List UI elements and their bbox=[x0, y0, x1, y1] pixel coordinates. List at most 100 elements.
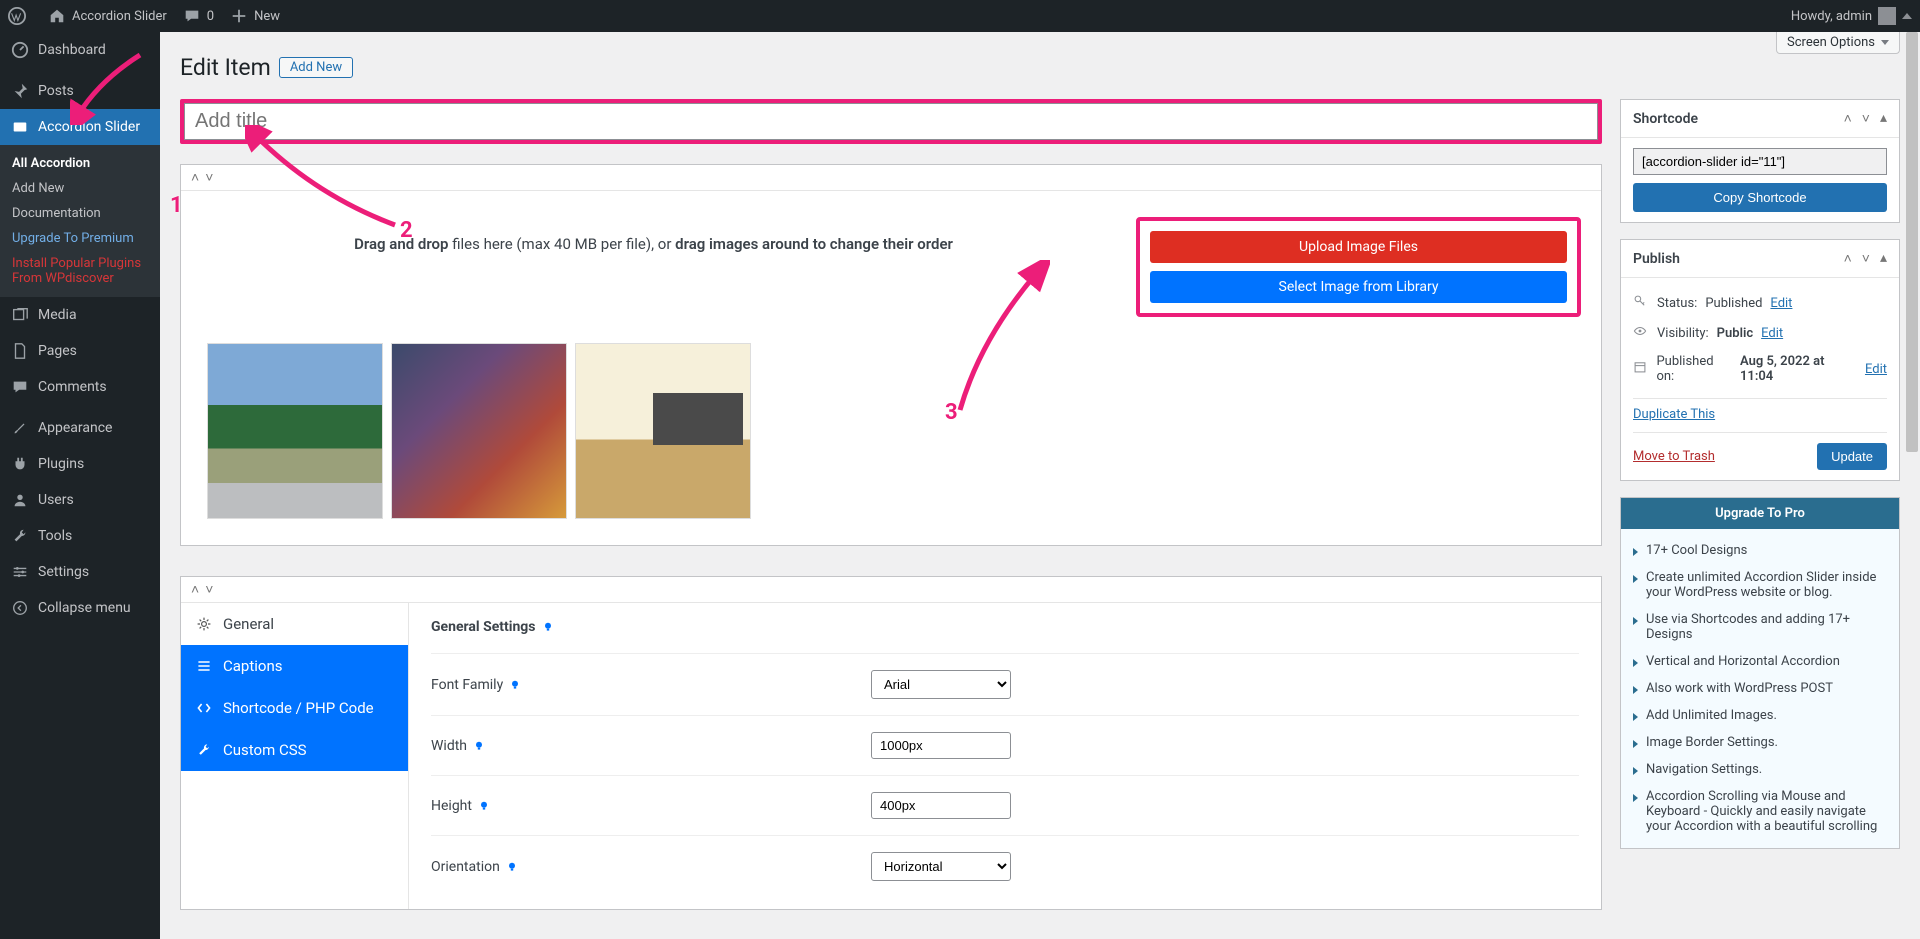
move-down-icon[interactable]: ˅ bbox=[1862, 250, 1870, 267]
slides-icon bbox=[10, 117, 30, 137]
list-item: Vertical and Horizontal Accordion bbox=[1633, 648, 1887, 675]
settings-panel: ˄ ˅ General Captions bbox=[180, 576, 1602, 910]
submenu-documentation[interactable]: Documentation bbox=[0, 201, 160, 226]
user-icon bbox=[10, 490, 30, 510]
menu-comments[interactable]: Comments bbox=[0, 369, 160, 405]
upgrade-feature-list: 17+ Cool Designs Create unlimited Accord… bbox=[1621, 529, 1899, 848]
menu-users[interactable]: Users bbox=[0, 482, 160, 518]
input-height[interactable] bbox=[871, 792, 1011, 819]
status-row: Status: Published Edit bbox=[1633, 288, 1887, 318]
copy-shortcode-button[interactable]: Copy Shortcode bbox=[1633, 183, 1887, 212]
list-item: Also work with WordPress POST bbox=[1633, 675, 1887, 702]
move-up-icon[interactable]: ˄ bbox=[1844, 110, 1852, 127]
sliders-icon bbox=[10, 562, 30, 582]
upload-image-files-button[interactable]: Upload Image Files bbox=[1150, 231, 1567, 263]
submenu-all-accordion[interactable]: All Accordion bbox=[0, 151, 160, 176]
upload-buttons-highlight-box: Upload Image Files Select Image from Lib… bbox=[1136, 217, 1581, 317]
list-item: Image Border Settings. bbox=[1633, 729, 1887, 756]
list-item: Create unlimited Accordion Slider inside… bbox=[1633, 564, 1887, 606]
submenu-add-new[interactable]: Add New bbox=[0, 176, 160, 201]
shortcode-postbox: Shortcode ˄ ˅ ▴ Copy Shortcode bbox=[1620, 99, 1900, 223]
image-thumbnail[interactable] bbox=[391, 343, 567, 519]
menu-plugins[interactable]: Plugins bbox=[0, 446, 160, 482]
wp-logo[interactable] bbox=[0, 0, 40, 32]
dashboard-icon bbox=[10, 40, 30, 60]
label-width: Width bbox=[431, 738, 871, 754]
panel-order-handles: ˄ ˅ bbox=[181, 165, 1601, 191]
menu-media[interactable]: Media bbox=[0, 297, 160, 333]
move-down-icon[interactable]: ˅ bbox=[1862, 110, 1870, 127]
select-orientation[interactable]: Horizontal bbox=[871, 852, 1011, 881]
brush-icon bbox=[10, 418, 30, 438]
submenu-install-popular[interactable]: Install Popular Plugins From WPdiscover bbox=[0, 251, 160, 291]
row-height: Height bbox=[431, 775, 1579, 835]
submenu-upgrade-premium[interactable]: Upgrade To Premium bbox=[0, 226, 160, 251]
gear-icon bbox=[195, 615, 213, 633]
main-content: Screen Options Edit Item Add New ˄ ˅ Dr bbox=[160, 32, 1920, 939]
edit-visibility-link[interactable]: Edit bbox=[1761, 326, 1783, 341]
move-down-icon[interactable]: ˅ bbox=[205, 581, 213, 598]
tab-custom-css[interactable]: Custom CSS bbox=[181, 729, 408, 771]
toggle-panel-icon[interactable]: ▴ bbox=[1880, 250, 1887, 267]
tab-shortcode[interactable]: Shortcode / PHP Code bbox=[181, 687, 408, 729]
add-new-button[interactable]: Add New bbox=[279, 57, 353, 78]
menu-appearance[interactable]: Appearance bbox=[0, 410, 160, 446]
howdy-text[interactable]: Howdy, admin bbox=[1791, 9, 1872, 24]
collapse-icon bbox=[10, 598, 30, 618]
key-icon bbox=[1633, 294, 1649, 312]
comments-link[interactable]: 0 bbox=[175, 0, 222, 32]
move-down-icon[interactable]: ˅ bbox=[205, 169, 213, 186]
new-label: New bbox=[254, 9, 280, 24]
page-heading: Edit Item Add New bbox=[180, 54, 1900, 81]
user-avatar[interactable] bbox=[1878, 7, 1896, 25]
select-from-library-button[interactable]: Select Image from Library bbox=[1150, 271, 1567, 303]
lightbulb-icon bbox=[478, 800, 490, 812]
edit-date-link[interactable]: Edit bbox=[1865, 362, 1887, 377]
lightbulb-icon bbox=[506, 861, 518, 873]
post-title-input[interactable] bbox=[184, 103, 1598, 140]
move-up-icon[interactable]: ˄ bbox=[191, 169, 199, 186]
move-to-trash-link[interactable]: Move to Trash bbox=[1633, 449, 1715, 464]
move-up-icon[interactable]: ˄ bbox=[191, 581, 199, 598]
settings-tabs: General Captions Shortcode / PHP Code bbox=[181, 603, 409, 909]
image-thumbnail[interactable] bbox=[207, 343, 383, 519]
menu-dashboard[interactable]: Dashboard bbox=[0, 32, 160, 68]
list-item: 17+ Cool Designs bbox=[1633, 537, 1887, 564]
tab-general[interactable]: General bbox=[181, 603, 408, 645]
duplicate-link[interactable]: Duplicate This bbox=[1633, 398, 1887, 424]
lightbulb-icon bbox=[473, 740, 485, 752]
label-font-family: Font Family bbox=[431, 677, 871, 693]
menu-posts[interactable]: Posts bbox=[0, 73, 160, 109]
move-up-icon[interactable]: ˄ bbox=[1844, 250, 1852, 267]
page-scrollbar[interactable] bbox=[1904, 32, 1920, 939]
menu-accordion-slider[interactable]: Accordion Slider bbox=[0, 109, 160, 145]
row-width: Width bbox=[431, 715, 1579, 775]
plug-icon bbox=[10, 454, 30, 474]
calendar-icon bbox=[1633, 360, 1648, 378]
edit-status-link[interactable]: Edit bbox=[1770, 296, 1792, 311]
home-icon bbox=[48, 7, 66, 25]
image-thumbnail[interactable] bbox=[575, 343, 751, 519]
menu-collapse[interactable]: Collapse menu bbox=[0, 590, 160, 626]
visibility-row: Visibility: Public Edit bbox=[1633, 318, 1887, 348]
menu-settings[interactable]: Settings bbox=[0, 554, 160, 590]
code-icon bbox=[195, 699, 213, 717]
wordpress-icon bbox=[8, 7, 26, 25]
screen-options-toggle[interactable]: Screen Options bbox=[1776, 32, 1900, 54]
menu-tools[interactable]: Tools bbox=[0, 518, 160, 554]
menu-pages[interactable]: Pages bbox=[0, 333, 160, 369]
input-width[interactable] bbox=[871, 732, 1011, 759]
upgrade-title: Upgrade To Pro bbox=[1621, 498, 1899, 529]
update-button[interactable]: Update bbox=[1817, 443, 1887, 470]
expand-toolbar-icon[interactable] bbox=[1902, 13, 1912, 19]
scrollbar-thumb[interactable] bbox=[1906, 32, 1918, 452]
tab-captions[interactable]: Captions bbox=[181, 645, 408, 687]
list-item: Add Unlimited Images. bbox=[1633, 702, 1887, 729]
select-font-family[interactable]: Arial bbox=[871, 670, 1011, 699]
toggle-panel-icon[interactable]: ▴ bbox=[1880, 110, 1887, 127]
label-height: Height bbox=[431, 798, 871, 814]
shortcode-field[interactable] bbox=[1633, 148, 1887, 175]
publish-postbox: Publish ˄ ˅ ▴ Status: Published Edit bbox=[1620, 239, 1900, 481]
new-content-link[interactable]: New bbox=[222, 0, 288, 32]
site-home-link[interactable]: Accordion Slider bbox=[40, 0, 175, 32]
